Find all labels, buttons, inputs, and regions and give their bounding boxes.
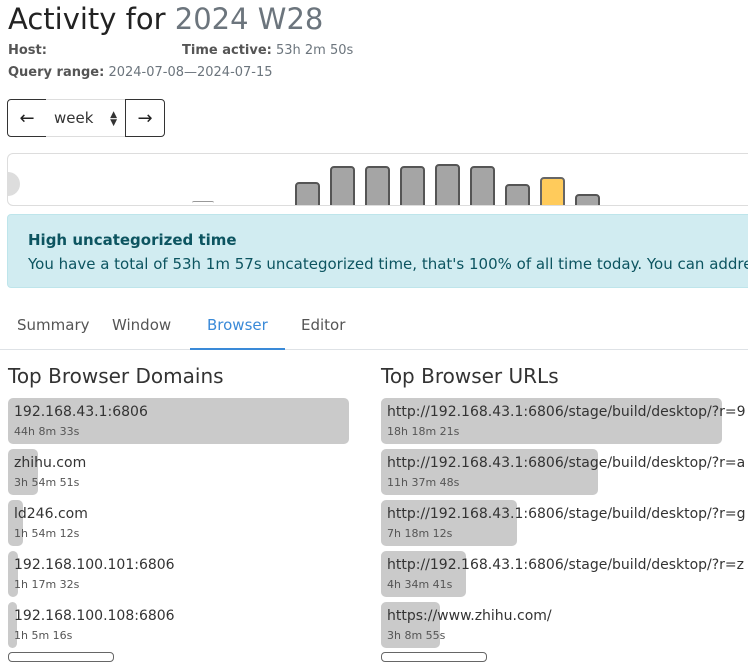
top-urls-title: Top Browser URLs <box>381 364 559 388</box>
list-item[interactable]: 192.168.100.108:6806 1h 5m 16s <box>8 602 349 648</box>
previous-period-button[interactable]: ← <box>7 99 47 137</box>
show-more-urls-button[interactable] <box>381 652 487 662</box>
item-label: http://192.168.43.1:6806/stage/build/des… <box>387 506 746 522</box>
timeline-bar[interactable] <box>575 194 600 205</box>
item-label: ld246.com <box>14 506 88 522</box>
item-duration: 1h 54m 12s <box>14 527 80 540</box>
list-item[interactable]: http://192.168.43.1:6806/stage/build/des… <box>381 551 744 597</box>
list-item[interactable]: zhihu.com 3h 54m 51s <box>8 449 349 495</box>
timeline-bar[interactable] <box>365 166 390 205</box>
timeline-chart[interactable] <box>7 153 748 206</box>
timeline-bar[interactable] <box>470 166 495 205</box>
arrow-right-icon: → <box>137 107 153 129</box>
list-item[interactable]: ld246.com 1h 54m 12s <box>8 500 349 546</box>
title-prefix: Activity for <box>8 2 166 36</box>
item-duration: 18h 18m 21s <box>387 425 460 438</box>
tab-summary[interactable]: Summary <box>0 304 107 350</box>
item-duration: 7h 18m 12s <box>387 527 453 540</box>
query-range-value: 2024-07-08—2024-07-15 <box>108 65 273 80</box>
item-duration: 1h 5m 16s <box>14 629 73 642</box>
time-active-value: 53h 2m 50s <box>276 43 354 58</box>
alert-message: You have a total of 53h 1m 57s uncategor… <box>28 255 748 273</box>
list-item[interactable]: 192.168.100.101:6806 1h 17m 32s <box>8 551 349 597</box>
item-label: http://192.168.43.1:6806/stage/build/des… <box>387 455 746 471</box>
list-item[interactable]: https://www.zhihu.com/3h 8m 55s <box>381 602 722 648</box>
timeline-bar[interactable] <box>400 166 425 205</box>
uncategorized-alert: High uncategorized time You have a total… <box>7 214 748 288</box>
item-label: zhihu.com <box>14 455 87 471</box>
item-label: http://192.168.43.1:6806/stage/build/des… <box>387 557 745 573</box>
timeline-bar[interactable] <box>435 164 460 205</box>
list-item[interactable]: http://192.168.43.1:6806/stage/build/des… <box>381 449 745 495</box>
host-label: Host: <box>8 43 47 58</box>
domains-list: 192.168.43.1:6806 44h 8m 33s zhihu.com 3h 5… <box>8 398 353 657</box>
tab-editor[interactable]: Editor <box>284 304 362 350</box>
item-label: https://www.zhihu.com/ <box>387 608 552 624</box>
period-select[interactable]: week ▲ ▼ <box>46 99 126 137</box>
timeline-bar[interactable] <box>330 166 355 205</box>
next-period-button[interactable]: → <box>125 99 165 137</box>
period-select-value: week <box>54 109 94 127</box>
item-duration: 3h 54m 51s <box>14 476 80 489</box>
item-label: 192.168.100.108:6806 <box>14 608 175 624</box>
top-domains-title: Top Browser Domains <box>8 364 224 388</box>
item-label: 192.168.43.1:6806 <box>14 404 148 420</box>
item-label: 192.168.100.101:6806 <box>14 557 175 573</box>
query-range-label: Query range: <box>8 65 105 80</box>
arrow-left-icon: ← <box>19 107 35 129</box>
title-period: 2024 W28 <box>174 2 324 36</box>
list-item[interactable]: 192.168.43.1:6806 44h 8m 33s <box>8 398 349 444</box>
select-arrows-icon: ▲ ▼ <box>110 110 117 128</box>
item-duration: 44h 8m 33s <box>14 425 80 438</box>
page-title: Activity for 2024 W28 <box>8 2 323 36</box>
item-duration: 1h 17m 32s <box>14 578 80 591</box>
time-active-label: Time active: <box>182 43 272 58</box>
timeline-bar[interactable] <box>192 201 214 203</box>
item-duration: 3h 8m 55s <box>387 629 446 642</box>
timeline-bar[interactable] <box>295 182 320 205</box>
query-range-info: Query range: 2024-07-08—2024-07-15 <box>8 65 273 80</box>
time-active-info: Time active: 53h 2m 50s <box>182 43 353 58</box>
tab-browser[interactable]: Browser <box>190 304 285 350</box>
timeline-bar[interactable] <box>505 184 530 205</box>
item-label: http://192.168.43.1:6806/stage/build/des… <box>387 404 746 420</box>
view-tabs: Summary Window Browser Editor <box>0 304 748 350</box>
list-item[interactable]: http://192.168.43.1:6806/stage/build/des… <box>381 398 746 444</box>
tab-window[interactable]: Window <box>95 304 188 350</box>
item-duration: 11h 37m 48s <box>387 476 460 489</box>
alert-heading: High uncategorized time <box>28 231 237 249</box>
timeline-scroll-handle[interactable] <box>8 172 20 196</box>
show-more-domains-button[interactable] <box>8 652 114 662</box>
urls-list: http://192.168.43.1:6806/stage/build/des… <box>381 398 748 657</box>
timeline-bar[interactable] <box>540 177 565 205</box>
host-info: Host: <box>8 43 47 58</box>
item-duration: 4h 34m 41s <box>387 578 453 591</box>
list-item[interactable]: http://192.168.43.1:6806/stage/build/des… <box>381 500 746 546</box>
